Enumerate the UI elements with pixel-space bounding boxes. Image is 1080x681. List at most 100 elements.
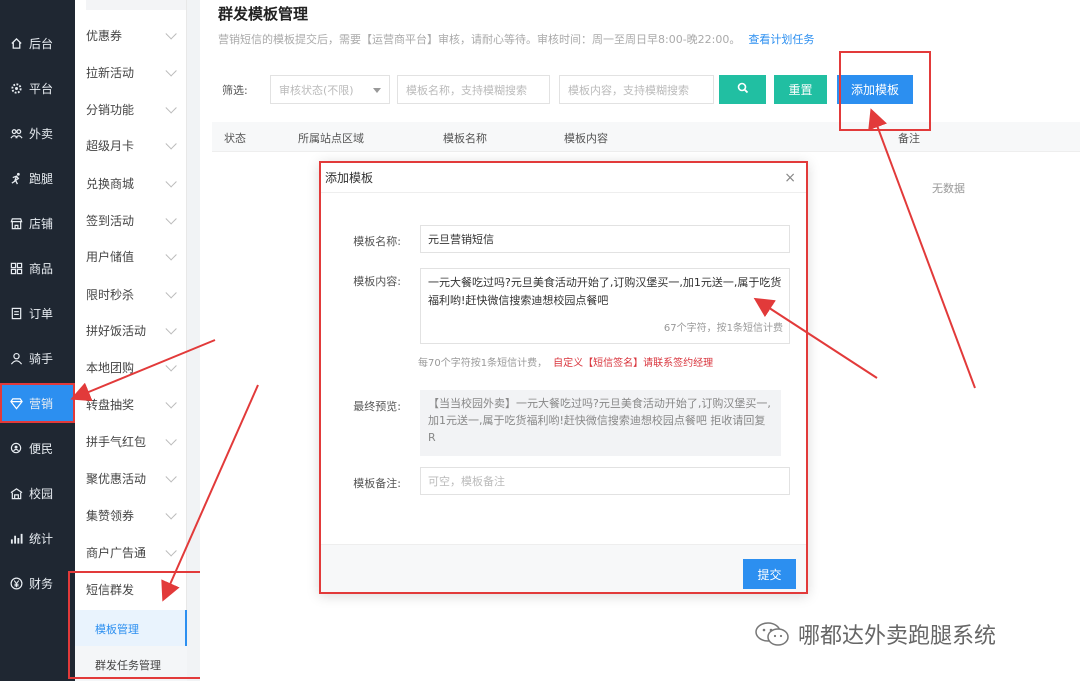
nav-label: 统计 — [29, 531, 54, 546]
nav-label: 外卖 — [29, 126, 54, 141]
chevron-down-icon — [165, 27, 177, 40]
dialog-header: 添加模板 × — [321, 163, 806, 193]
placeholder: 可空，模板备注 — [428, 475, 505, 488]
chevron-down-icon — [165, 470, 177, 483]
submenu-label: 用户储值 — [86, 250, 135, 264]
search-button[interactable] — [719, 75, 766, 104]
chevron-down-icon — [165, 212, 177, 225]
chevron-down-icon — [165, 64, 177, 77]
chevron-down-icon — [165, 359, 177, 372]
nav-label: 商品 — [29, 261, 54, 276]
nav-label: 平台 — [29, 81, 54, 96]
store-icon — [9, 216, 23, 230]
nav-item-convenience[interactable]: 便民 — [0, 428, 75, 468]
submenu-item[interactable]: 限时秒杀 — [75, 276, 187, 313]
submenu-item[interactable]: 拼好饭活动 — [75, 312, 187, 349]
chevron-down-icon — [165, 101, 177, 114]
nav-label: 营销 — [29, 396, 54, 411]
filter-label: 筛选: — [222, 84, 248, 97]
submenu-item[interactable]: 签到活动 — [75, 202, 187, 239]
nav-item-finance[interactable]: 财务 — [0, 563, 75, 603]
watermark-text: 哪都达外卖跑腿系统 — [798, 624, 997, 649]
submenu-item[interactable]: 集赞领券 — [75, 497, 187, 534]
nav-item-rider[interactable]: 骑手 — [0, 338, 75, 378]
status-select-value: 审核状态(不限) — [279, 83, 354, 97]
nav-label: 店铺 — [29, 216, 54, 231]
billing-hint: 每70个字符按1条短信计费， 自定义【短信签名】请联系签约经理 — [418, 354, 713, 369]
nav-item-takeout[interactable]: 外卖 — [0, 113, 75, 153]
home-icon — [9, 36, 23, 50]
preview-text: 【当当校园外卖】一元大餐吃过吗?元旦美食活动开始了,订购汉堡买一,加1元送一,属… — [428, 397, 771, 444]
nav-item-store[interactable]: 店铺 — [0, 203, 75, 243]
group-icon — [9, 126, 23, 140]
submenu-label: 集赞领券 — [86, 509, 135, 523]
chevron-down-icon — [165, 544, 177, 557]
page-title: 群发模板管理 — [218, 5, 309, 23]
template-name-search-input[interactable]: 模板名称，支持模糊搜索 — [397, 75, 550, 104]
notice-text: 营销短信的模板提交后，需要【运营商平台】审核，请耐心等待。审核时间：周一至周日早… — [218, 31, 814, 47]
template-content-field[interactable]: 一元大餐吃过吗?元旦美食活动开始了,订购汉堡买一,加1元送一,属于吃货福利哟!赶… — [420, 268, 790, 344]
submenu-label: 商户广告通 — [86, 546, 147, 560]
status-select[interactable]: 审核状态(不限) — [270, 75, 390, 104]
notice-body: 营销短信的模板提交后，需要【运营商平台】审核，请耐心等待。审核时间：周一至周日早… — [218, 33, 741, 46]
template-name-field[interactable]: 元旦营销短信 — [420, 225, 790, 253]
table-header: 状态 所属站点区域 模板名称 模板内容 备注 — [212, 122, 1080, 152]
grid-icon — [9, 261, 23, 275]
yen-icon — [9, 576, 23, 590]
reset-button[interactable]: 重置 — [774, 75, 827, 104]
plan-task-link[interactable]: 查看计划任务 — [748, 33, 814, 46]
nav-label: 财务 — [29, 576, 54, 591]
main-nav: 后台 平台 外卖 跑腿 店铺 商品 订单 骑手 营销 便民 校园 统计 财务 — [0, 0, 75, 681]
submenu-item[interactable]: 优惠券 — [75, 17, 187, 54]
final-preview: 【当当校园外卖】一元大餐吃过吗?元旦美食活动开始了,订购汉堡买一,加1元送一,属… — [420, 390, 781, 456]
billing-hint-text: 每70个字符按1条短信计费， — [418, 358, 548, 369]
signature-warning: 自定义【短信签名】请联系签约经理 — [553, 358, 714, 369]
submenu-item[interactable]: 用户储值 — [75, 238, 187, 275]
nav-item-errand[interactable]: 跑腿 — [0, 158, 75, 198]
template-content-value: 一元大餐吃过吗?元旦美食活动开始了,订购汉堡买一,加1元送一,属于吃货福利哟!赶… — [428, 276, 782, 307]
col-remark: 备注 — [898, 132, 920, 145]
template-name-value: 元旦营销短信 — [428, 233, 494, 246]
submenu-top-fragment — [86, 0, 186, 10]
search-icon — [737, 82, 749, 97]
caret-down-icon — [373, 88, 381, 93]
submenu-item[interactable]: 兑换商城 — [75, 165, 187, 202]
template-content-search-input[interactable]: 模板内容，支持模糊搜索 — [559, 75, 714, 104]
close-icon[interactable]: × — [784, 170, 796, 186]
submenu-item[interactable]: 商户广告通 — [75, 534, 187, 571]
watermark: 哪都达外卖跑腿系统 — [754, 618, 996, 650]
nav-item-marketing[interactable]: 营销 — [0, 383, 75, 423]
nav-label: 便民 — [29, 441, 54, 456]
chevron-down-icon — [165, 286, 177, 299]
nav-item-stats[interactable]: 统计 — [0, 518, 75, 558]
nav-label: 跑腿 — [29, 171, 54, 186]
col-template-name: 模板名称 — [443, 132, 487, 145]
chevron-down-icon — [165, 507, 177, 520]
submenu-item[interactable]: 转盘抽奖 — [75, 386, 187, 423]
name-label: 模板名称: — [353, 235, 401, 248]
diamond-icon — [9, 396, 23, 410]
placeholder: 模板内容，支持模糊搜索 — [568, 83, 689, 97]
nav-item-backend[interactable]: 后台 — [0, 23, 75, 63]
campus-icon — [9, 486, 23, 500]
submenu-item[interactable]: 分销功能 — [75, 91, 187, 128]
submenu-label: 转盘抽奖 — [86, 398, 135, 412]
submenu-label: 分销功能 — [86, 103, 135, 117]
submenu-item[interactable]: 拉新活动 — [75, 54, 187, 91]
nav-item-platform[interactable]: 平台 — [0, 68, 75, 108]
chevron-down-icon — [165, 322, 177, 335]
empty-state: 无数据 — [932, 182, 965, 195]
submenu-item[interactable]: 聚优惠活动 — [75, 460, 187, 497]
nav-label: 后台 — [29, 36, 54, 51]
wechat-icon — [754, 621, 790, 647]
submenu-item[interactable]: 超级月卡 — [75, 127, 187, 164]
submit-button[interactable]: 提交 — [743, 559, 796, 589]
nav-item-goods[interactable]: 商品 — [0, 248, 75, 288]
template-remark-field[interactable]: 可空，模板备注 — [420, 467, 790, 495]
submenu-label: 兑换商城 — [86, 177, 135, 191]
nav-item-campus[interactable]: 校园 — [0, 473, 75, 513]
user-icon — [9, 351, 23, 365]
submenu-item[interactable]: 本地团购 — [75, 349, 187, 386]
submenu-item[interactable]: 拼手气红包 — [75, 423, 187, 460]
nav-item-order[interactable]: 订单 — [0, 293, 75, 333]
